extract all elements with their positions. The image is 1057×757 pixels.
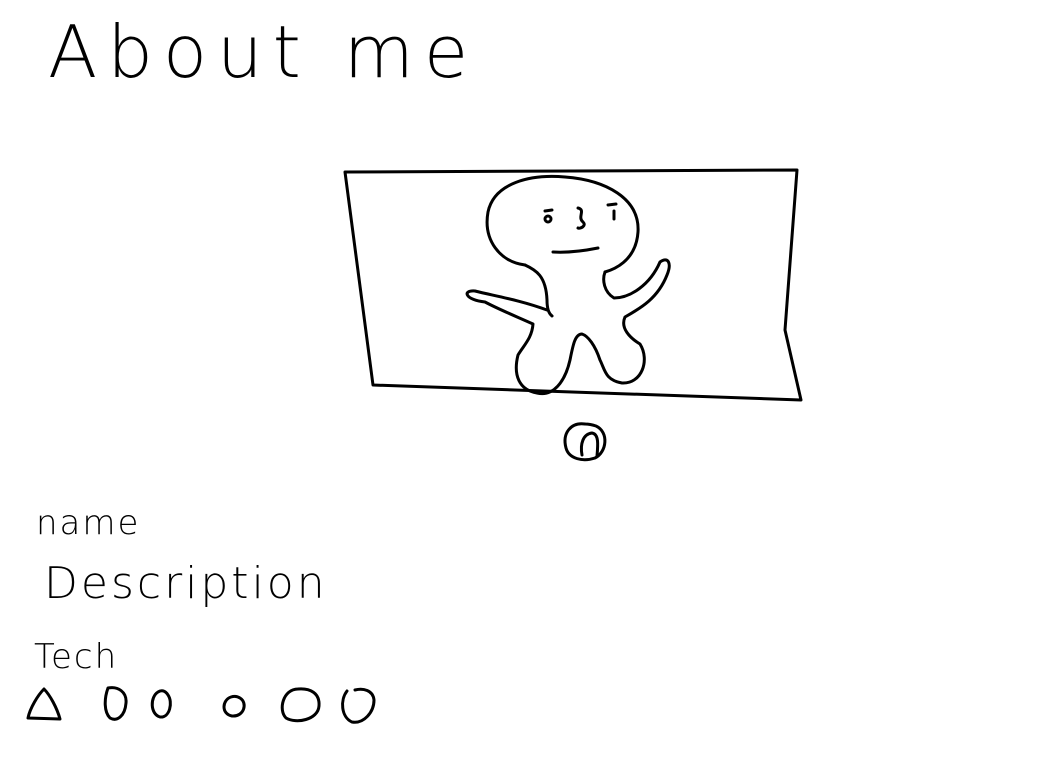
tech-icon-4[interactable] [222, 694, 246, 718]
tech-icon-5[interactable] [280, 687, 321, 723]
stick-figure-avatar [465, 174, 671, 396]
upload-circle-icon [563, 422, 607, 462]
name-field-label[interactable]: name [36, 506, 140, 540]
description-field-label[interactable]: Description [44, 562, 328, 606]
profile-photo[interactable] [340, 165, 805, 405]
upload-photo-button[interactable] [560, 418, 610, 468]
tech-icon-list [26, 686, 376, 724]
tech-section-label: Tech [34, 637, 119, 677]
page-title: About me [48, 10, 479, 94]
photo-frame-border [343, 168, 803, 402]
tech-icon-2[interactable] [103, 686, 128, 721]
tech-icon-6[interactable] [341, 687, 376, 724]
tech-icon-1[interactable] [26, 687, 62, 721]
tech-icon-3[interactable] [150, 689, 172, 719]
